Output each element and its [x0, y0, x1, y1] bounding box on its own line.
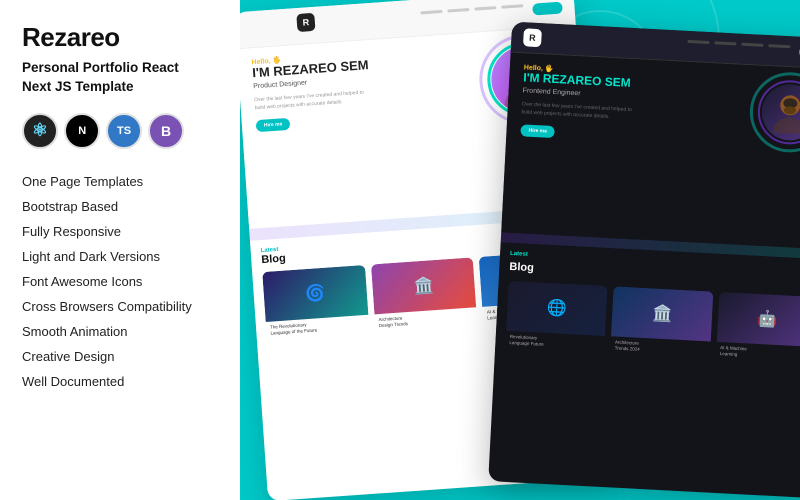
brand-subtitle: Personal Portfolio ReactNext JS Template	[22, 59, 220, 97]
dark-blog-card-text-3: AI & MachineLearning	[720, 345, 800, 362]
tech-badges: ⚛ N TS B	[22, 113, 220, 149]
feature-responsive: Fully Responsive	[22, 219, 220, 244]
feature-creative: Creative Design	[22, 344, 220, 369]
dark-blog-card-text-1: RevolutionaryLanguage Future	[509, 334, 601, 351]
light-desc: Over the last few years I've created and…	[254, 88, 375, 112]
feature-light-dark: Light and Dark Versions	[22, 244, 220, 269]
light-hire-btn[interactable]: Hire me	[256, 118, 291, 132]
mockup-dark: R Hello, 🖐 I'M REZAREO SEM Frontend Engi…	[488, 22, 800, 499]
dark-blog-card-2: 🏛️ ArchitectureTrends 2024	[609, 286, 713, 381]
dark-nav-item	[714, 41, 736, 45]
feature-font-awesome: Font Awesome Icons	[22, 269, 220, 294]
dark-nav-item	[687, 40, 709, 44]
feature-animation: Smooth Animation	[22, 319, 220, 344]
dark-blog-card-1: 🌐 RevolutionaryLanguage Future	[504, 281, 608, 376]
feature-documented: Well Documented	[22, 369, 220, 394]
dark-nav-item	[741, 43, 763, 47]
dark-blog: Latest Blog 🌐 RevolutionaryLanguage Futu…	[494, 242, 800, 395]
badge-react: ⚛	[22, 113, 58, 149]
nav-item	[501, 4, 523, 9]
dark-hero: Hello, 🖐 I'M REZAREO SEM Frontend Engine…	[501, 53, 800, 250]
dark-desc: Over the last few years I've created and…	[521, 100, 642, 122]
blog-card-text-1: The RevolutionaryLanguage of the Future	[270, 318, 365, 337]
dark-blog-card-content-3: AI & MachineLearning	[715, 342, 800, 366]
blog-card-img-2: 🏛️	[371, 257, 477, 314]
feature-cross-browser: Cross Browsers Compatibility	[22, 294, 220, 319]
dark-avatar-svg	[768, 90, 800, 134]
feature-one-page: One Page Templates	[22, 169, 220, 194]
right-panel: R Hello, 🖐 I'M REZAREO SEM Product Desig…	[240, 0, 800, 500]
nav-cta	[532, 2, 563, 16]
features-list: One Page Templates Bootstrap Based Fully…	[22, 169, 220, 394]
dark-blog-cards: 🌐 RevolutionaryLanguage Future 🏛️ Archit…	[504, 281, 800, 387]
badge-next: N	[64, 113, 100, 149]
dark-blog-card-content-1: RevolutionaryLanguage Future	[505, 331, 605, 355]
brand-title: Rezareo	[22, 22, 220, 53]
dark-hire-btn[interactable]: Hire me	[520, 124, 555, 138]
dark-logo: R	[523, 28, 542, 47]
nav-item	[420, 10, 442, 15]
dark-blog-card-img-2: 🏛️	[611, 286, 713, 341]
blog-card-1: 🌀 The RevolutionaryLanguage of the Futur…	[262, 265, 371, 362]
dark-blog-card-3: 🤖 AI & MachineLearning	[714, 292, 800, 387]
dark-nav-item	[768, 44, 790, 48]
dark-blog-card-img-3: 🤖	[716, 292, 800, 347]
feature-bootstrap: Bootstrap Based	[22, 194, 220, 219]
blog-card-text-2: ArchitectureDesign Trends	[378, 311, 473, 330]
blog-card-2: 🏛️ ArchitectureDesign Trends	[371, 257, 480, 354]
nav-item	[474, 6, 496, 11]
dark-blog-card-content-2: ArchitectureTrends 2024	[610, 336, 710, 360]
badge-ts: TS	[106, 113, 142, 149]
dark-blog-card-img-1: 🌐	[506, 281, 608, 336]
dark-blog-card-text-2: ArchitectureTrends 2024	[614, 339, 706, 356]
light-logo: R	[296, 13, 315, 32]
blog-card-img-1: 🌀	[262, 265, 368, 322]
badge-bs: B	[148, 113, 184, 149]
left-panel: Rezareo Personal Portfolio ReactNext JS …	[0, 0, 240, 500]
dark-avatar	[748, 70, 800, 154]
nav-item	[447, 8, 469, 13]
